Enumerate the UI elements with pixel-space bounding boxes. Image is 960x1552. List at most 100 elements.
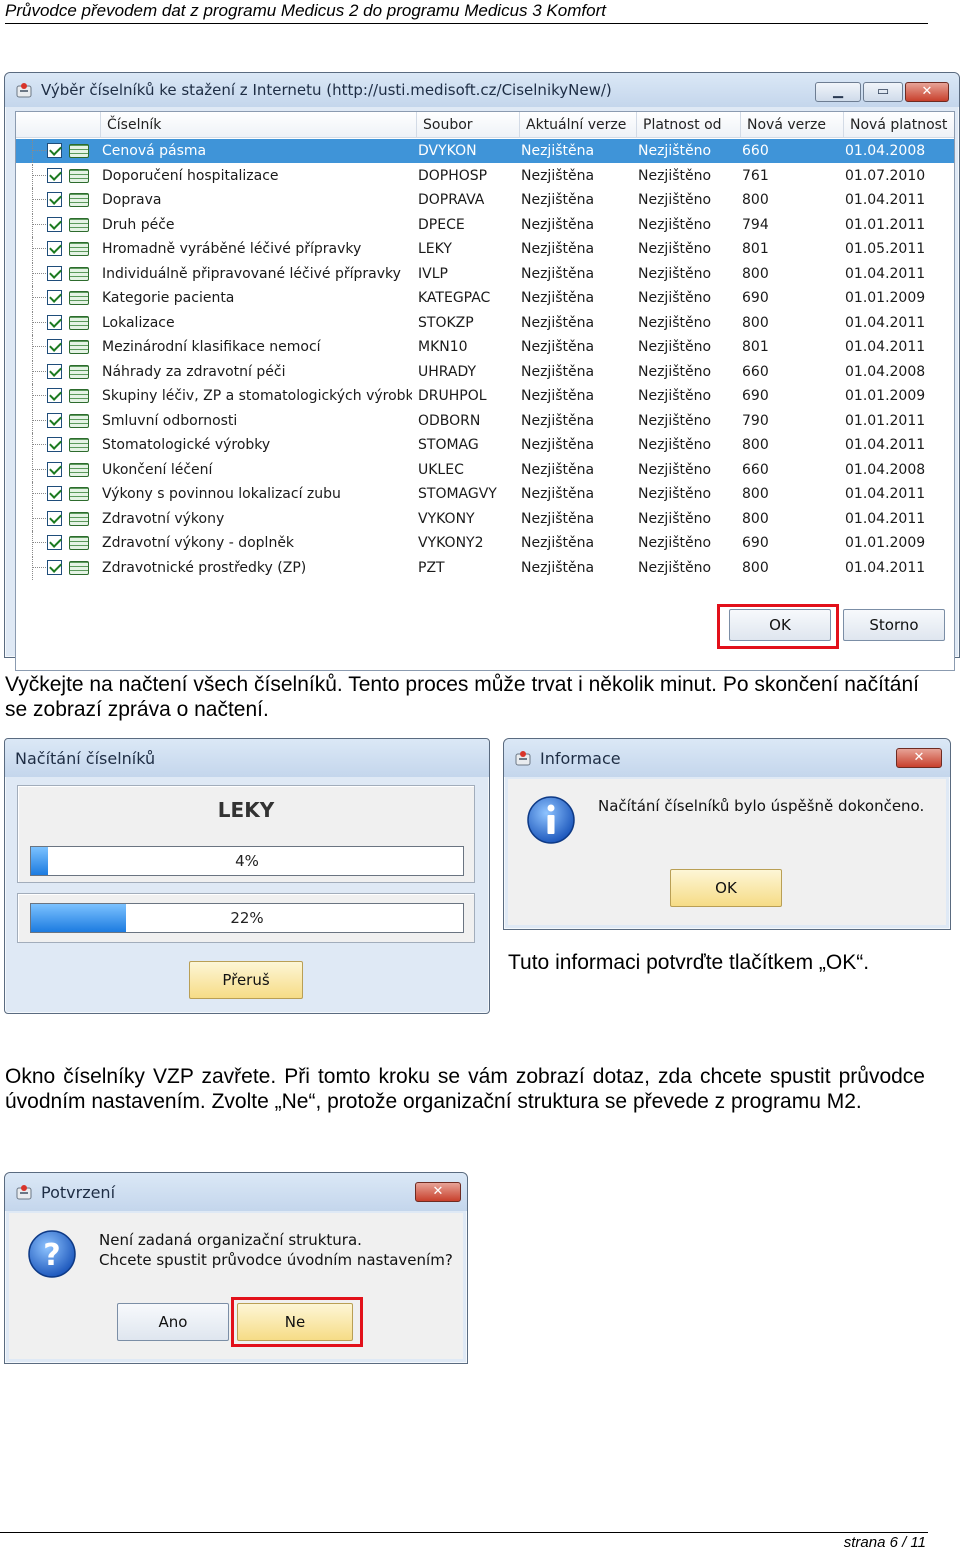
cell-current-version: Nezjištěna — [521, 363, 595, 380]
row-checkbox[interactable] — [47, 486, 62, 501]
cell-catalog: Individuálně připravované léčivé příprav… — [102, 265, 401, 282]
row-checkbox[interactable] — [47, 363, 62, 379]
maximize-button[interactable]: ▭ — [863, 82, 903, 102]
cell-new-version: 801 — [742, 339, 769, 355]
row-checkbox[interactable] — [47, 167, 62, 183]
tree-connector — [32, 335, 33, 359]
table-row[interactable]: Ukončení léčení UKLEC Nezjištěna Nezjištěno… — [16, 457, 954, 482]
cell-current-version: Nezjištěna — [521, 265, 595, 282]
cell-new-version: 800 — [742, 314, 769, 331]
row-checkbox[interactable] — [47, 192, 62, 207]
table-icon — [69, 242, 89, 256]
table-row[interactable]: Stomatologické výrobky STOMAG Nezjištěna Ne… — [16, 433, 954, 457]
table-row[interactable]: Druh péče DPECE Nezjištěna Nezjištěno 794 01.… — [16, 212, 954, 237]
table-row[interactable]: Mezinárodní klasifikace nemocí MKN10 Nezji… — [16, 335, 954, 359]
table-row[interactable]: Výkony s povinnou lokalizací zubu STOMAGV… — [16, 482, 954, 506]
cell-valid-from: Nezjištěno — [638, 388, 712, 404]
cell-valid-from: Nezjištěno — [638, 437, 712, 453]
row-checkbox[interactable] — [47, 388, 62, 403]
table-row[interactable]: Cenová pásma DVYKON Nezjištěna Nezjištěno 66… — [16, 139, 954, 163]
table-row[interactable]: Náhrady za zdravotní péči UHRADY Nezjištěn… — [16, 359, 954, 384]
row-checkbox[interactable] — [47, 510, 62, 526]
svg-text:?: ? — [43, 1238, 60, 1273]
cell-file: VYKONY2 — [418, 535, 484, 551]
paragraph-confirm: Tuto informaci potvrďte tlačítkem „OK“. — [508, 951, 870, 974]
table-icon — [69, 217, 89, 232]
cell-new-version: 660 — [742, 363, 769, 380]
cell-new-validity: 01.07.2010 — [845, 167, 926, 184]
cell-new-validity: 01.04.2011 — [845, 437, 926, 453]
catalogs-dialog: Výběr číselníků ke stažení z Internetu (… — [4, 72, 960, 671]
info-ok-button[interactable]: OK — [670, 869, 782, 907]
total-progress-label: 22% — [230, 909, 264, 927]
app-icon — [515, 751, 531, 766]
row-checkbox[interactable] — [47, 265, 62, 281]
table-row[interactable]: Zdravotnické prostředky (ZP) PZT Nezjištěn… — [16, 555, 954, 580]
table-row[interactable]: Smluvní odbornosti ODBORN Nezjištěna Nezjiš… — [16, 408, 954, 433]
close-button[interactable]: ✕ — [905, 82, 949, 102]
table-row[interactable]: Lokalizace STOKZP Nezjištěna Nezjištěno 800 0… — [16, 310, 954, 335]
yes-button-label: Ano — [158, 1313, 188, 1331]
tree-connector — [32, 370, 46, 372]
cancel-button[interactable]: Storno — [843, 609, 945, 641]
column-header-new-validity[interactable]: Nová platnost — [843, 112, 955, 138]
column-header-current-version[interactable]: Aktuální verze — [519, 112, 636, 138]
tree-connector — [32, 272, 46, 274]
cell-new-validity: 01.04.2011 — [845, 486, 926, 502]
row-checkbox[interactable] — [47, 314, 62, 330]
loading-current-item: LEKY — [217, 798, 275, 822]
tree-connector — [32, 310, 33, 335]
cell-valid-from: Nezjištěno — [638, 192, 712, 208]
minimize-button[interactable]: ▁ — [815, 82, 861, 102]
catalogs-list[interactable]: Číselník Soubor Aktuální verze Platnost … — [15, 111, 955, 671]
info-message: Načítání číselníků bylo úspěšně dokončen… — [598, 797, 925, 815]
column-header-new-version[interactable]: Nová verze — [740, 112, 843, 138]
table-row[interactable]: Doprava DOPRAVA Nezjištěna Nezjištěno 800 01.… — [16, 188, 954, 212]
row-checkbox[interactable] — [47, 339, 62, 354]
row-checkbox[interactable] — [47, 437, 62, 452]
table-row[interactable]: Skupiny léčiv, ZP a stomatologických výr… — [16, 384, 954, 408]
row-checkbox[interactable] — [47, 559, 62, 575]
close-button[interactable]: ✕ — [896, 748, 942, 768]
tree-connector — [32, 346, 46, 347]
close-button[interactable]: ✕ — [415, 1182, 461, 1202]
row-checkbox[interactable] — [47, 216, 62, 232]
table-row[interactable]: Individuálně připravované léčivé příprav… — [16, 261, 954, 286]
abort-button[interactable]: Přeruš — [189, 961, 303, 999]
cell-valid-from: Nezjištěno — [638, 216, 712, 233]
catalogs-dialog-title: Výběr číselníků ke stažení z Internetu (… — [41, 81, 612, 99]
cell-new-validity: 01.04.2011 — [845, 559, 926, 576]
column-header-file[interactable]: Soubor — [416, 112, 519, 138]
tree-connector — [32, 359, 33, 384]
column-header-catalog[interactable]: Číselník — [100, 112, 416, 138]
row-checkbox[interactable] — [47, 412, 62, 428]
tree-connector — [32, 566, 46, 568]
table-row[interactable]: Hromadně vyráběné léčivé přípravky LEKY Ne… — [16, 237, 954, 261]
table-icon — [69, 364, 89, 379]
yes-button[interactable]: Ano — [117, 1303, 229, 1341]
cell-catalog: Doporučení hospitalizace — [102, 167, 279, 184]
cell-current-version: Nezjištěna — [521, 388, 595, 404]
cell-valid-from: Nezjištěno — [638, 461, 712, 478]
cell-valid-from: Nezjištěno — [638, 486, 712, 502]
cell-new-validity: 01.04.2011 — [845, 339, 926, 355]
column-header-valid-from[interactable]: Platnost od — [636, 112, 740, 138]
cell-new-version: 660 — [742, 461, 769, 478]
loading-dialog-titlebar: Načítání číselníků — [5, 739, 489, 777]
row-checkbox[interactable] — [47, 290, 62, 305]
row-checkbox[interactable] — [47, 143, 62, 158]
row-checkbox[interactable] — [47, 535, 62, 550]
table-row[interactable]: Doporučení hospitalizace DOPHOSP Nezjištěn… — [16, 163, 954, 188]
cell-file: DPECE — [418, 216, 465, 233]
table-row[interactable]: Kategorie pacienta KATEGPAC Nezjištěna Nezj… — [16, 286, 954, 310]
cell-new-validity: 01.04.2008 — [845, 461, 926, 478]
confirm-line-2: Chcete spustit průvodce úvodním nastaven… — [99, 1251, 453, 1269]
cell-current-version: Nezjištěna — [521, 437, 595, 453]
cell-new-version: 800 — [742, 510, 769, 527]
tree-connector — [32, 408, 33, 433]
table-row[interactable]: Zdravotní výkony VYKONY Nezjištěna Nezjiště… — [16, 506, 954, 531]
row-checkbox[interactable] — [47, 241, 62, 256]
row-checkbox[interactable] — [47, 461, 62, 477]
table-row[interactable]: Zdravotní výkony - doplněk VYKONY2 Nezjišt… — [16, 531, 954, 555]
cell-file: DOPRAVA — [418, 192, 485, 208]
